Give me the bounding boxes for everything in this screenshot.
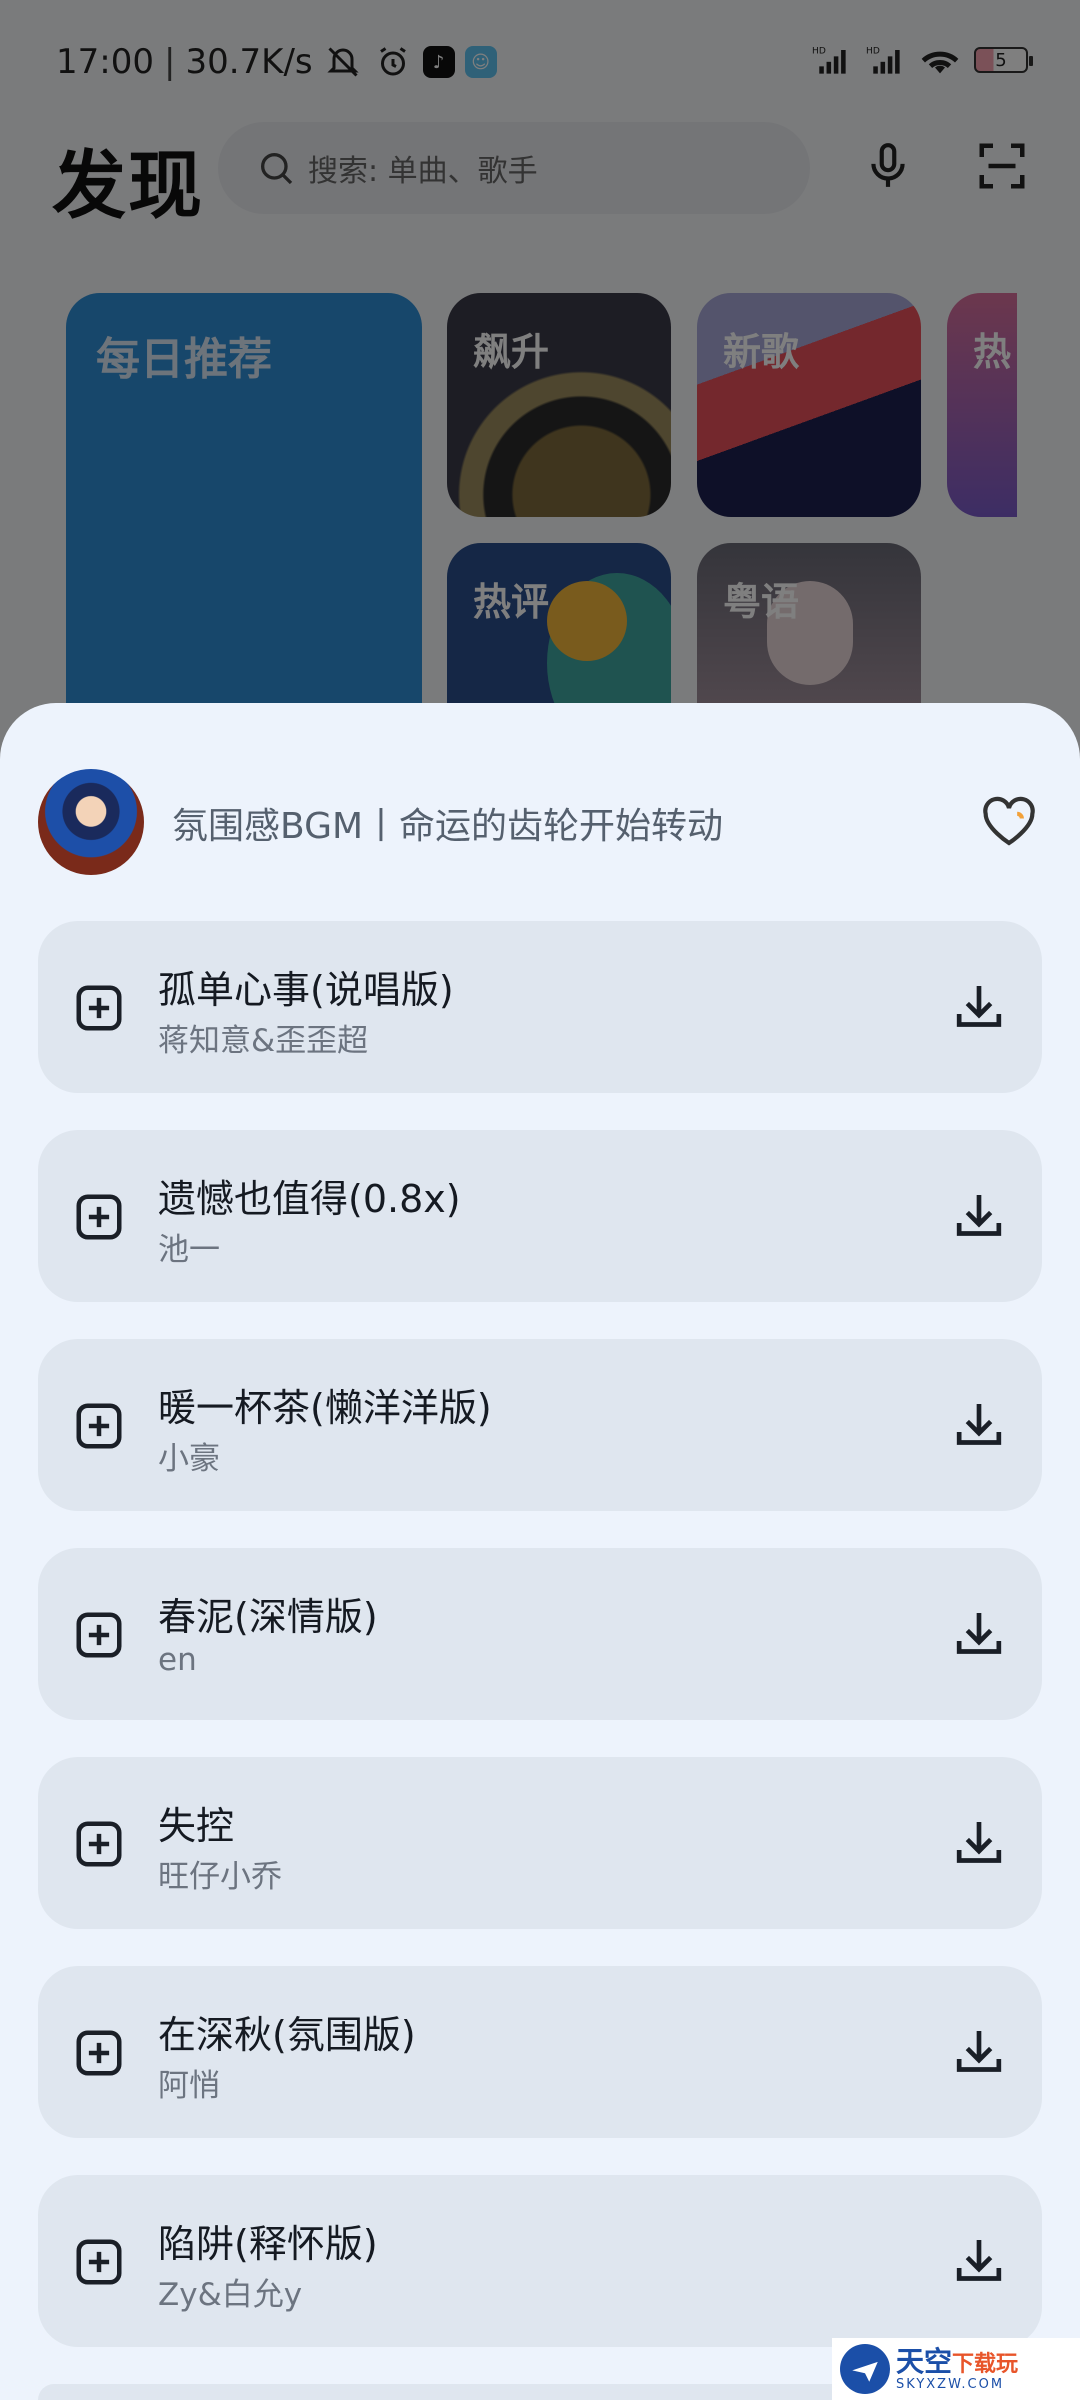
download-icon[interactable] [946, 1183, 1012, 1249]
song-item[interactable]: 春泥(深情版) en [38, 1548, 1042, 1720]
add-to-playlist-icon[interactable] [68, 1186, 130, 1248]
watermark-sub: SKYXZW.COM [896, 2376, 1005, 2392]
add-to-playlist-icon[interactable] [68, 1604, 130, 1666]
download-icon[interactable] [946, 2228, 1012, 2294]
song-title: 陷阱(释怀版) [158, 2222, 378, 2266]
download-icon[interactable] [946, 1601, 1012, 1667]
site-watermark: 天空下载玩 SKYXZW.COM [832, 2338, 1080, 2400]
download-icon[interactable] [946, 974, 1012, 1040]
download-icon[interactable] [946, 1810, 1012, 1876]
playlist-avatar[interactable] [38, 769, 144, 875]
song-artist: Zy&白允y [158, 2277, 303, 2313]
song-item[interactable]: 失控 旺仔小乔 [38, 1757, 1042, 1929]
song-title: 在深秋(氛围版) [158, 2013, 416, 2057]
song-artist: 阿悄 [158, 2068, 220, 2104]
playlist-header: 氛围感BGM丨命运的齿轮开始转动 [38, 769, 1042, 875]
song-title: 失控 [158, 1804, 235, 1848]
song-item[interactable]: 孤单心事(说唱版) 蒋知意&歪歪超 [38, 921, 1042, 1093]
song-artist: 旺仔小乔 [158, 1859, 282, 1895]
download-icon[interactable] [946, 1392, 1012, 1458]
song-item[interactable]: 陷阱(释怀版) Zy&白允y [38, 2175, 1042, 2347]
song-item[interactable]: 暖一杯茶(懒洋洋版) 小豪 [38, 1339, 1042, 1511]
watermark-logo-icon [840, 2344, 890, 2394]
song-title: 遗憾也值得(0.8x) [158, 1177, 461, 1221]
add-to-playlist-icon[interactable] [68, 2022, 130, 2084]
playlist-sheet: 氛围感BGM丨命运的齿轮开始转动 孤单心事(说唱版) 蒋知意&歪歪超 遗憾也值得… [0, 703, 1080, 2400]
watermark-accent: 下载玩 [952, 2351, 1019, 2377]
watermark-main: 天空 [896, 2344, 953, 2378]
add-to-playlist-icon[interactable] [68, 1395, 130, 1457]
song-item[interactable]: 在深秋(氛围版) 阿悄 [38, 1966, 1042, 2138]
song-artist: 蒋知意&歪歪超 [158, 1023, 369, 1059]
playlist-title: 氛围感BGM丨命运的齿轮开始转动 [172, 806, 724, 847]
song-title: 暖一杯茶(懒洋洋版) [158, 1386, 492, 1430]
add-to-playlist-icon[interactable] [68, 977, 130, 1039]
song-item[interactable]: 遗憾也值得(0.8x) 池一 [38, 1130, 1042, 1302]
song-title: 孤单心事(说唱版) [158, 968, 454, 1012]
song-artist: en [158, 1642, 197, 1678]
favorite-heart-icon[interactable] [976, 789, 1042, 855]
song-title: 春泥(深情版) [158, 1595, 378, 1639]
song-artist: 池一 [158, 1232, 220, 1268]
download-icon[interactable] [946, 2019, 1012, 2085]
song-artist: 小豪 [158, 1441, 220, 1477]
add-to-playlist-icon[interactable] [68, 1813, 130, 1875]
add-to-playlist-icon[interactable] [68, 2231, 130, 2293]
